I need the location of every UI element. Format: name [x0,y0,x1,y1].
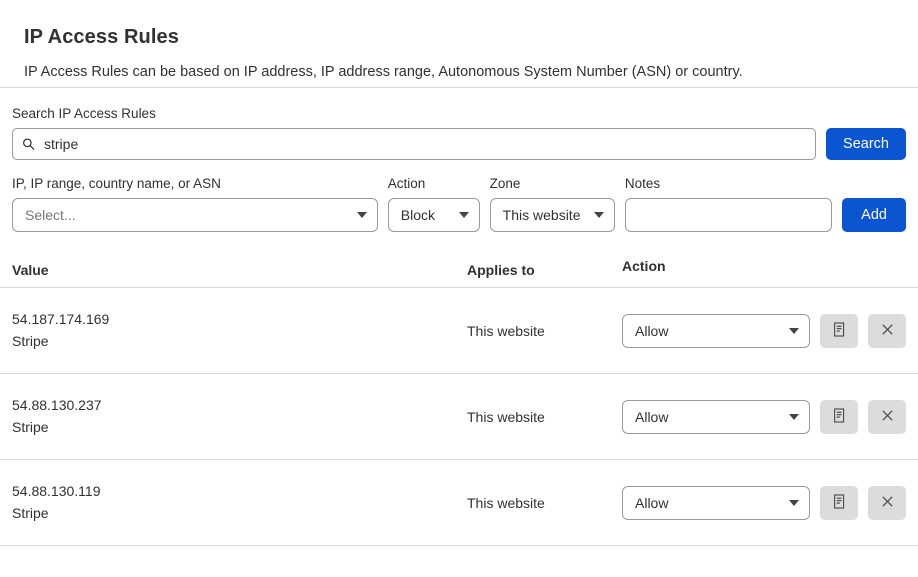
rule-ip: 54.187.174.169 [12,310,110,327]
rule-value-cell: 54.88.130.237 Stripe [12,395,467,438]
rule-delete-button[interactable] [868,485,906,520]
table-header-row: Value Applies to Action [0,258,918,288]
table-row: 54.88.130.119 Stripe This website Allow [0,460,918,546]
search-section: Search IP Access Rules Search [0,88,918,160]
rule-value-field-group: IP, IP range, country name, or ASN Selec… [12,176,378,232]
close-icon [880,494,895,512]
rule-action-dropdown-text: Allow [635,494,669,511]
rule-notes-field-group: Notes [624,176,833,232]
close-icon [880,408,895,426]
rule-applies-to: This website [467,494,545,511]
page-header: IP Access Rules IP Access Rules can be b… [0,0,918,88]
rule-notes-input[interactable] [624,198,833,232]
chevron-down-icon [789,413,799,420]
rule-zone-select[interactable]: This website [489,198,615,232]
rule-value-label: IP, IP range, country name, or ASN [12,176,221,191]
rule-delete-button[interactable] [868,399,906,434]
chevron-down-icon [593,212,604,218]
search-input-wrapper [12,128,817,160]
rule-ip: 54.88.130.237 [12,396,102,413]
rule-value-cell: 54.187.174.169 Stripe [12,309,467,352]
search-row: Search [12,128,906,160]
notes-icon [833,407,846,426]
search-label: Search IP Access Rules [12,106,156,121]
chevron-down-icon [356,212,367,218]
rule-value-cell: 54.88.130.119 Stripe [12,481,467,524]
rule-action-dropdown-text: Allow [635,322,669,339]
rule-zone-field-group: Zone This website [489,176,615,232]
chevron-down-icon [458,212,469,218]
page-description: IP Access Rules can be based on IP addre… [24,64,743,80]
rule-ip: 54.88.130.119 [12,482,101,499]
table-body: 54.187.174.169 Stripe This website Allow [0,288,918,546]
rule-action-dropdown[interactable]: Allow [622,313,810,348]
rules-table: Value Applies to Action 54.187.174.169 S… [0,258,918,546]
rule-value-select-text: Select... [25,207,76,223]
notes-icon [833,321,846,340]
column-header-value: Value [12,262,49,278]
rule-notes-button[interactable] [820,485,858,520]
search-input[interactable] [12,128,817,160]
rule-notes-button[interactable] [820,313,858,348]
add-rule-button[interactable]: Add [842,198,906,232]
close-icon [880,322,895,340]
rule-action-cell: Allow [622,485,906,520]
rule-action-select-text: Block [400,207,435,223]
rule-action-dropdown[interactable]: Allow [622,399,810,434]
notes-icon [833,493,846,512]
rule-action-select[interactable]: Block [387,198,480,232]
table-row: 54.187.174.169 Stripe This website Allow [0,288,918,374]
rule-zone-select-text: This website [502,207,581,223]
rule-notes-label: Notes [624,176,661,191]
search-button[interactable]: Search [826,128,906,160]
add-rule-row: IP, IP range, country name, or ASN Selec… [12,176,906,232]
rule-notes-button[interactable] [820,399,858,434]
rule-action-label: Action [387,176,426,191]
add-rule-section: IP, IP range, country name, or ASN Selec… [0,160,918,232]
table-row: 54.88.130.237 Stripe This website Allow [0,374,918,460]
rule-action-field-group: Action Block [387,176,480,232]
rule-note: Stripe [12,418,49,435]
rule-zone-label: Zone [489,176,521,191]
rule-action-cell: Allow [622,399,906,434]
column-header-applies-to: Applies to [467,262,535,278]
rule-note: Stripe [12,332,49,349]
rule-note: Stripe [12,504,49,521]
chevron-down-icon [789,499,799,506]
column-header-action: Action [622,258,666,274]
page-title: IP Access Rules [24,26,179,48]
chevron-down-icon [789,327,799,334]
rule-delete-button[interactable] [868,313,906,348]
rule-action-dropdown[interactable]: Allow [622,485,810,520]
rule-action-cell: Allow [622,313,906,348]
rule-applies-to: This website [467,322,545,339]
rule-applies-to: This website [467,408,545,425]
rule-value-select[interactable]: Select... [12,198,378,232]
rule-action-dropdown-text: Allow [635,408,669,425]
